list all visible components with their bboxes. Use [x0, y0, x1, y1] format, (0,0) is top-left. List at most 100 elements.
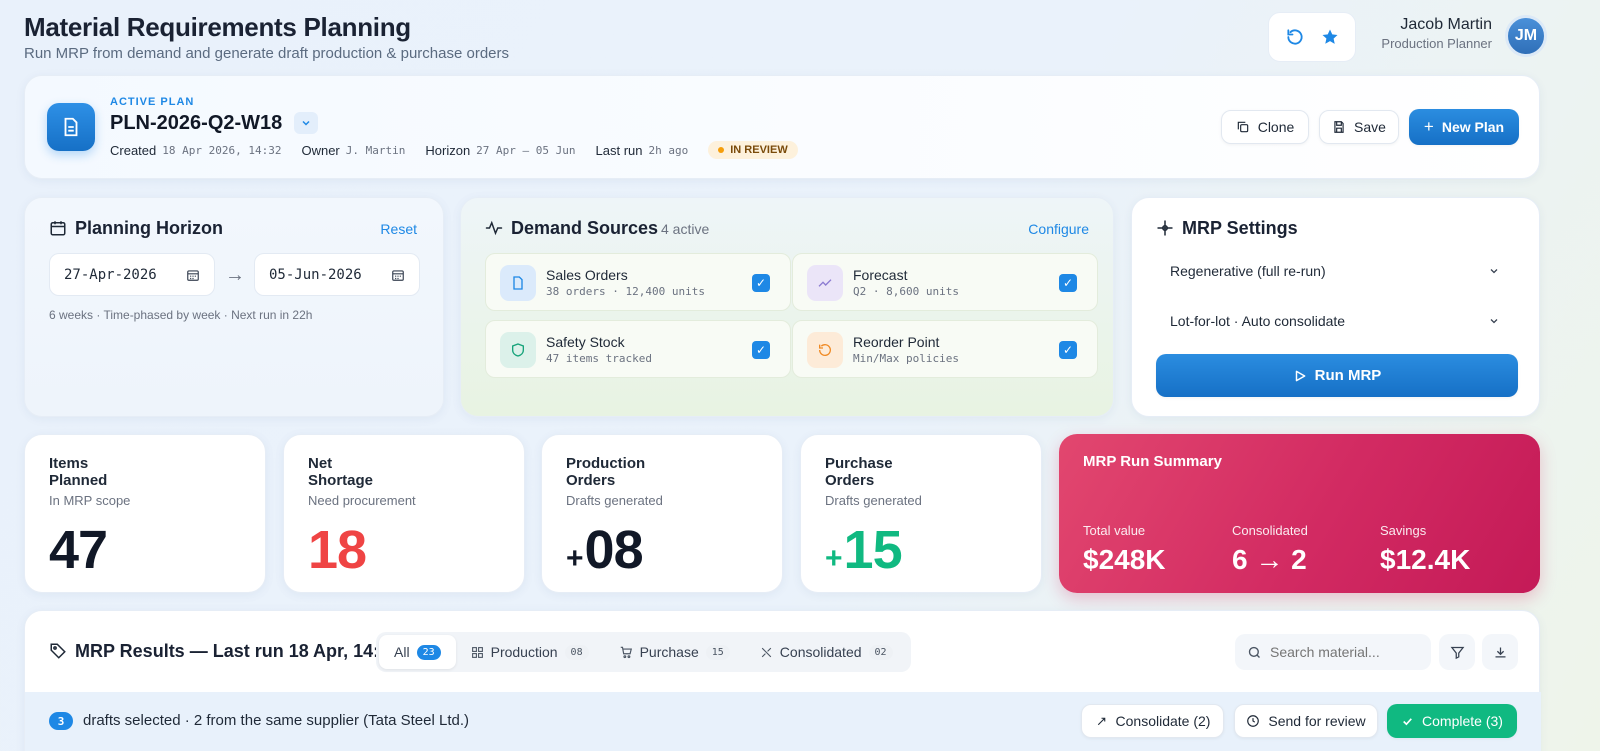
tab-count: 23 [416, 644, 441, 660]
avatar-initials: JM [1514, 27, 1538, 44]
header-actions [1268, 12, 1356, 62]
mrp-settings-card: MRP Settings Regenerative (full re-run) … [1131, 197, 1540, 417]
kpi-sub: In MRP scope [49, 493, 131, 508]
end-date-input[interactable]: 05-Jun-2026 [254, 253, 420, 296]
settings-title: MRP Settings [1182, 218, 1298, 238]
chevron-down-icon [1490, 269, 1498, 274]
clock-icon [1247, 715, 1260, 727]
kpi-sub: Need procurement [308, 493, 416, 508]
source-checkbox[interactable]: ✓ [752, 341, 770, 359]
search-box[interactable] [1235, 634, 1431, 670]
search-input[interactable] [1270, 644, 1410, 660]
horizon-note: 6 weeks · Time-phased by week · Next run… [49, 308, 313, 322]
horizon-value: 27 Apr – 05 Jun [476, 143, 576, 157]
lot-sizing-value: Lot-for-lot · Auto consolidate [1170, 313, 1346, 329]
kpi-sub: Drafts generated [566, 493, 663, 508]
run-mrp-button[interactable]: Run MRP [1156, 354, 1518, 397]
tab-label: Production [490, 644, 558, 660]
download-button[interactable] [1482, 634, 1518, 670]
tab-consolidated[interactable]: Consolidated 02 [745, 635, 908, 669]
refresh-icon[interactable] [1282, 24, 1308, 50]
star-icon[interactable] [1317, 24, 1343, 50]
status-badge: IN REVIEW [708, 141, 798, 159]
save-label: Save [1354, 119, 1386, 135]
tab-production[interactable]: Production 08 [456, 635, 604, 669]
results-card: MRP Results — Last run 18 Apr, 14:32 All… [24, 610, 1541, 751]
created-label: Created [110, 142, 157, 158]
stat-value: $248K [1083, 544, 1166, 575]
document-icon [47, 103, 95, 151]
tag-icon [49, 642, 67, 660]
source-checkbox[interactable]: ✓ [1059, 274, 1077, 292]
source-sales-orders[interactable]: Sales Orders 38 orders · 12,400 units ✓ [485, 253, 791, 311]
source-safety-stock[interactable]: Safety Stock 47 items tracked ✓ [485, 320, 791, 378]
summary-stat: Total value $248K [1083, 523, 1166, 576]
tab-count: 08 [564, 644, 589, 660]
mode-select[interactable]: Regenerative (full re-run) [1156, 251, 1518, 291]
kpi-value: 47 [49, 520, 108, 580]
stat-label: Savings [1380, 523, 1427, 538]
download-icon [1495, 647, 1505, 657]
kpi-production-orders: Production Orders Drafts generated + 08 [541, 434, 783, 593]
grid-icon [471, 646, 483, 658]
owner-label: Owner [301, 142, 340, 158]
reset-link[interactable]: Reset [380, 221, 417, 237]
trend-icon [807, 265, 843, 301]
lot-sizing-select[interactable]: Lot-for-lot · Auto consolidate [1156, 301, 1518, 341]
cart-icon [620, 646, 632, 659]
search-icon [1248, 646, 1260, 658]
save-button[interactable]: Save [1319, 110, 1399, 144]
horizon-label: Horizon [425, 142, 471, 158]
horizon-title: Planning Horizon [75, 218, 223, 238]
merge-icon [1097, 717, 1105, 725]
tab-label: Consolidated [779, 644, 862, 660]
source-detail: 47 items tracked [546, 352, 652, 365]
document-icon [500, 265, 536, 301]
avatar[interactable]: JM [1505, 15, 1547, 57]
plan-dropdown-button[interactable] [294, 112, 318, 134]
chevron-down-icon [302, 120, 310, 126]
page-title: Material Requirements Planning [24, 12, 411, 42]
tab-all[interactable]: All 23 [379, 635, 456, 669]
planning-horizon-card: Planning Horizon Reset 27-Apr-2026 → 05-… [24, 197, 444, 417]
kpi-label: Purchase Orders [825, 455, 893, 489]
kpi-net-shortage: Net Shortage Need procurement 18 [283, 434, 525, 593]
consolidate-button[interactable]: Consolidate (2) [1081, 704, 1224, 738]
results-tabs: All 23 Production 08 Purchase 15 Consoli… [376, 632, 911, 672]
selection-text: drafts selected · 2 from the same suppli… [83, 712, 470, 729]
lastrun-value: 2h ago [648, 143, 689, 157]
stat-label: Total value [1083, 523, 1146, 538]
source-forecast[interactable]: Forecast Q2 · 8,600 units ✓ [792, 253, 1098, 311]
filter-button[interactable] [1439, 634, 1475, 670]
source-checkbox[interactable]: ✓ [752, 274, 770, 292]
clone-button[interactable]: Clone [1221, 110, 1309, 144]
kpi-sub: Drafts generated [825, 493, 922, 508]
kpi-prefix: + [566, 542, 584, 575]
start-date-input[interactable]: 27-Apr-2026 [49, 253, 215, 296]
plus-icon: + [1423, 117, 1434, 136]
play-icon [1295, 370, 1306, 381]
source-name: Forecast [853, 267, 908, 283]
new-plan-button[interactable]: + New Plan [1409, 109, 1519, 145]
source-checkbox[interactable]: ✓ [1059, 341, 1077, 359]
user-block[interactable]: Jacob Martin Production Planner [1360, 16, 1492, 51]
kpi-value-row: + 08 [566, 519, 644, 581]
kpi-items-planned: Items Planned In MRP scope 47 [24, 434, 266, 593]
status-dot [718, 147, 725, 153]
plan-meta: Created 18 Apr 2026, 14:32 Owner J. Mart… [110, 141, 798, 159]
configure-link[interactable]: Configure [1028, 221, 1089, 237]
sparkle-icon [1156, 219, 1174, 237]
user-role: Production Planner [1381, 36, 1492, 51]
tab-purchase[interactable]: Purchase 15 [604, 635, 745, 669]
kpi-purchase-orders: Purchase Orders Drafts generated + 15 [800, 434, 1042, 593]
mrp-run-summary-card: MRP Run Summary Total value $248K Consol… [1059, 434, 1540, 593]
source-name: Sales Orders [546, 267, 628, 283]
demand-sources-card: Demand Sources 4 active Configure Sales … [460, 197, 1114, 417]
stat-label: Consolidated [1232, 523, 1308, 538]
page-header: Material Requirements Planning Run MRP f… [24, 12, 509, 62]
activity-icon [485, 219, 503, 237]
source-reorder-point[interactable]: Reorder Point Min/Max policies ✓ [792, 320, 1098, 378]
cycle-icon [807, 332, 843, 368]
send-for-review-button[interactable]: Send for review [1234, 704, 1378, 738]
complete-button[interactable]: Complete (3) [1387, 704, 1517, 738]
